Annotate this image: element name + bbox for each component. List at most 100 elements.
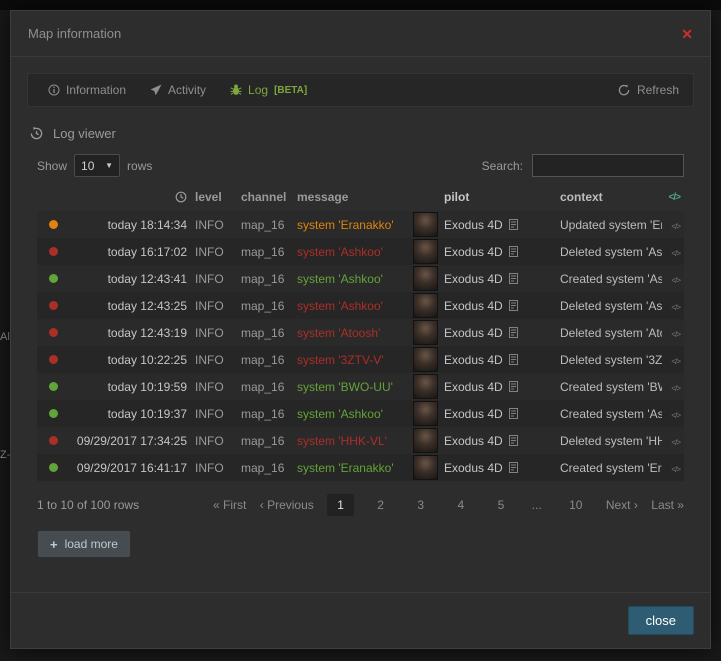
avatar-cell <box>409 374 440 399</box>
modal-close-icon[interactable]: ✕ <box>681 27 693 41</box>
log-level: INFO <box>191 353 237 367</box>
log-time: today 10:19:59 <box>69 380 191 394</box>
pilot-name: Exodus 4D <box>444 461 503 475</box>
status-cell <box>37 353 69 367</box>
page-background: { "background": { "fragment_1": "Ali", "… <box>0 0 721 661</box>
tab-log[interactable]: Log [BETA] <box>218 74 319 106</box>
pagination-page-3[interactable]: 3 <box>407 494 434 516</box>
log-channel: map_16 <box>237 326 293 340</box>
pilot-cell: Exodus 4D <box>440 218 556 232</box>
close-button[interactable]: close <box>628 606 694 635</box>
log-level: INFO <box>191 272 237 286</box>
expand-code-icon[interactable]: </> <box>671 249 680 258</box>
status-dot <box>49 409 58 418</box>
status-cell <box>37 218 69 232</box>
modal-body: Information Activity Log [BETA] Refresh … <box>11 57 710 648</box>
pilot-avatar <box>413 401 438 426</box>
avatar-cell <box>409 401 440 426</box>
expand-code-icon[interactable]: </> <box>671 465 680 474</box>
tab-information[interactable]: Information <box>36 74 138 106</box>
sheet-icon <box>509 219 518 230</box>
pagination-next[interactable]: Next › <box>606 498 638 512</box>
log-message: system 'Eranakko' <box>293 218 409 232</box>
table-row: 09/29/2017 16:41:17 INFO map_16 system '… <box>37 454 684 481</box>
status-cell <box>37 272 69 286</box>
pagination-page-10[interactable]: 10 <box>559 494 592 516</box>
pilot-name: Exodus 4D <box>444 434 503 448</box>
status-dot <box>49 436 58 445</box>
sheet-icon <box>509 381 518 392</box>
expand-code-icon[interactable]: </> <box>671 222 680 231</box>
avatar-cell <box>409 455 440 480</box>
tab-label: Information <box>66 83 126 97</box>
log-time: today 10:22:25 <box>69 353 191 367</box>
log-message: system 'BWO-UU' <box>293 380 409 394</box>
pilot-cell: Exodus 4D <box>440 299 556 313</box>
status-cell <box>37 461 69 475</box>
status-dot <box>49 220 58 229</box>
log-channel: map_16 <box>237 434 293 448</box>
page-size-select[interactable]: 10 ▼ <box>74 154 120 177</box>
refresh-icon <box>618 84 630 96</box>
pilot-name: Exodus 4D <box>444 407 503 421</box>
expand-code-icon[interactable]: </> <box>671 411 680 420</box>
status-cell <box>37 434 69 448</box>
pilot-avatar <box>413 266 438 291</box>
pilot-column-header: pilot <box>440 190 556 204</box>
pagination-previous[interactable]: ‹ Previous <box>260 498 314 512</box>
avatar-cell <box>409 239 440 264</box>
log-level: INFO <box>191 380 237 394</box>
log-context: Updated system 'Eranakk... <box>556 218 662 232</box>
log-level: INFO <box>191 326 237 340</box>
pagination: « First ‹ Previous 12345...10 Next › Las… <box>213 494 684 516</box>
expand-code-icon[interactable]: </> <box>671 330 680 339</box>
log-channel: map_16 <box>237 461 293 475</box>
status-dot <box>49 301 58 310</box>
status-dot <box>49 382 58 391</box>
search-input[interactable] <box>532 154 684 177</box>
pilot-name: Exodus 4D <box>444 326 503 340</box>
level-column-header: level <box>191 190 237 204</box>
log-channel: map_16 <box>237 218 293 232</box>
pagination-page-2[interactable]: 2 <box>367 494 394 516</box>
tab-label: Activity <box>168 83 206 97</box>
pagination-first[interactable]: « First <box>213 498 246 512</box>
pagination-page-1[interactable]: 1 <box>327 494 354 516</box>
refresh-button[interactable]: Refresh <box>612 83 685 97</box>
pagination-page-5[interactable]: 5 <box>488 494 515 516</box>
status-dot <box>49 355 58 364</box>
paper-plane-icon <box>150 84 162 96</box>
table-row: today 10:19:59 INFO map_16 system 'BWO-U… <box>37 373 684 400</box>
log-time: today 12:43:25 <box>69 299 191 313</box>
log-level: INFO <box>191 461 237 475</box>
status-dot <box>49 274 58 283</box>
log-channel: map_16 <box>237 353 293 367</box>
rows-summary: 1 to 10 of 100 rows <box>37 498 187 512</box>
pilot-cell: Exodus 4D <box>440 434 556 448</box>
search-label: Search: <box>482 159 523 173</box>
status-cell <box>37 326 69 340</box>
table-header-row: level channel message pilot context </> <box>37 187 684 211</box>
tab-label: Log <box>248 83 268 97</box>
pagination-page-4[interactable]: 4 <box>447 494 474 516</box>
clock-icon <box>175 191 187 203</box>
avatar-cell <box>409 293 440 318</box>
expand-code-icon[interactable]: </> <box>671 276 680 285</box>
expand-code-icon[interactable]: </> <box>671 438 680 447</box>
log-time: today 12:43:19 <box>69 326 191 340</box>
log-context: Created system 'Ashkoo' ... <box>556 272 662 286</box>
log-level: INFO <box>191 434 237 448</box>
table-row: today 10:22:25 INFO map_16 system '3ZTV-… <box>37 346 684 373</box>
load-more-button[interactable]: + load more <box>37 530 131 558</box>
context-column-header: context <box>556 190 662 204</box>
table-row: today 12:43:41 INFO map_16 system 'Ashko… <box>37 265 684 292</box>
pagination-last[interactable]: Last » <box>651 498 684 512</box>
pilot-avatar <box>413 347 438 372</box>
tab-activity[interactable]: Activity <box>138 74 218 106</box>
log-channel: map_16 <box>237 380 293 394</box>
expand-code-icon[interactable]: </> <box>671 384 680 393</box>
expand-code-icon[interactable]: </> <box>671 357 680 366</box>
avatar-cell <box>409 266 440 291</box>
expand-code-icon[interactable]: </> <box>671 303 680 312</box>
sheet-icon <box>509 327 518 338</box>
